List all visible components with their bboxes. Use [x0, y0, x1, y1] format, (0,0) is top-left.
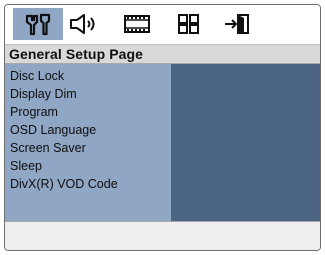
menu-item-disc-lock[interactable]: Disc Lock: [10, 67, 64, 85]
tab-audio-setup[interactable]: [59, 8, 109, 40]
tab-exit[interactable]: [213, 8, 263, 40]
setup-tab-bar: [5, 5, 320, 43]
tab-preference[interactable]: [163, 8, 213, 40]
menu-item-display-dim[interactable]: Display Dim: [10, 85, 77, 103]
tab-general-setup[interactable]: [13, 8, 63, 40]
page-title: General Setup Page: [9, 46, 144, 62]
menu-item-osd-language[interactable]: OSD Language: [10, 121, 96, 139]
film-strip-icon: [122, 12, 152, 36]
menu-item-sleep[interactable]: Sleep: [10, 157, 42, 175]
menu-item-divx-vod-code[interactable]: DivX(R) VOD Code: [10, 175, 118, 193]
tab-video-setup[interactable]: [112, 8, 162, 40]
page-title-bar: General Setup Page: [5, 44, 320, 64]
menu-item-program[interactable]: Program: [10, 103, 58, 121]
setup-menu-window: General Setup Page Disc Lock Display Dim…: [4, 4, 321, 251]
tools-icon: [23, 12, 53, 36]
menu-item-screen-saver[interactable]: Screen Saver: [10, 139, 86, 157]
menu-list: Disc Lock Display Dim Program OSD Langua…: [5, 64, 171, 221]
speaker-icon: [68, 12, 100, 36]
exit-door-icon: [222, 12, 254, 36]
grid-icon: [173, 12, 203, 36]
option-value-panel: [171, 64, 320, 221]
status-bar: [5, 221, 320, 250]
